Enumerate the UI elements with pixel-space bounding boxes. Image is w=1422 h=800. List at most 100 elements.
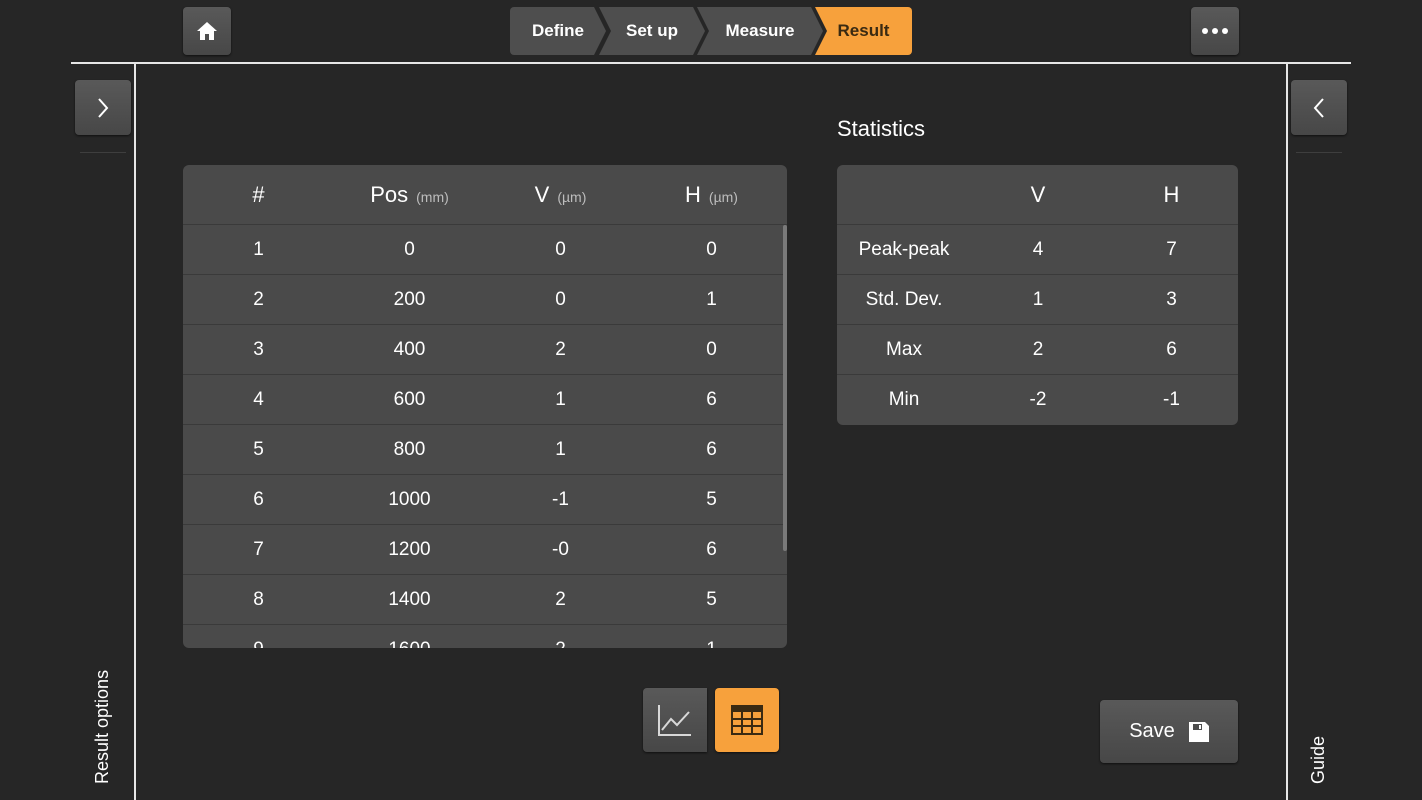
cell-index: 3 [253, 338, 264, 360]
cell-h: 1 [706, 288, 717, 310]
right-panel-divider [1286, 63, 1288, 800]
result-options-label[interactable]: Result options [92, 670, 113, 784]
cell-v: 0 [555, 288, 566, 310]
save-label: Save [1129, 720, 1175, 742]
statistics-cell-h: 6 [1166, 338, 1177, 360]
cell-v: 1 [555, 438, 566, 460]
cell-pos: 600 [393, 388, 426, 410]
cell-pos: 800 [393, 438, 426, 460]
cell-v: 2 [555, 588, 566, 610]
cell-index: 8 [253, 588, 264, 610]
table-icon [731, 705, 763, 735]
cell-index: 5 [253, 438, 264, 460]
statistics-header-v: V [1030, 181, 1046, 207]
statistics-row: Max 2 6 [837, 324, 1238, 374]
cell-pos: 1200 [388, 538, 431, 560]
cell-h: 5 [706, 488, 717, 510]
cell-h: 6 [706, 388, 717, 410]
statistics-title: Statistics [837, 116, 926, 141]
cell-h: 6 [706, 538, 717, 560]
step-measure[interactable]: Measure [697, 7, 823, 55]
step-define[interactable]: Define [510, 7, 606, 55]
column-header-index: # [252, 181, 265, 207]
more-options-button[interactable] [1191, 7, 1239, 55]
statistics-cell-label: Peak-peak [858, 238, 950, 260]
statistics-cell-v: 4 [1032, 238, 1044, 260]
table-row[interactable]: 5 800 1 6 [183, 424, 787, 474]
step-set-up[interactable]: Set up [599, 7, 705, 55]
chevron-left-icon [1313, 97, 1324, 118]
table-row[interactable]: 1 0 0 0 [183, 224, 787, 274]
table-row[interactable]: 6 1000 -1 5 [183, 474, 787, 524]
cell-v: 2 [485, 639, 636, 649]
results-table[interactable]: # Pos (mm) V (µm) H (µm) 1 0 0 0 2 200 0 1 3 400 2 0 4 6… [183, 165, 787, 648]
cell-index: 4 [253, 388, 264, 410]
table-view-button[interactable] [715, 688, 779, 752]
statistics-cell-label: Std. Dev. [865, 288, 943, 310]
floppy-disk-icon [1188, 721, 1209, 742]
cell-h: 5 [706, 588, 717, 610]
statistics-cell-h: 7 [1166, 238, 1177, 260]
save-button[interactable]: Save [1100, 700, 1238, 763]
cell-pos: 1400 [388, 588, 431, 610]
cell-h: 1 [636, 639, 787, 649]
column-header-pos: Pos (mm) [370, 181, 449, 207]
cell-v: 2 [555, 338, 566, 360]
table-row[interactable]: 4 600 1 6 [183, 374, 787, 424]
statistics-cell-v: 2 [1032, 338, 1044, 360]
cell-v: 0 [555, 238, 566, 260]
statistics-cell-v: 1 [1032, 288, 1044, 310]
statistics-cell-h: 3 [1166, 288, 1177, 310]
cell-v: -0 [552, 538, 569, 560]
home-icon [197, 22, 217, 40]
chart-view-button[interactable] [643, 688, 707, 752]
statistics-row: Peak-peak 4 7 [837, 224, 1238, 274]
cell-v: -1 [552, 488, 569, 510]
cell-pos: 200 [393, 288, 426, 310]
table-body: 1 0 0 0 2 200 0 1 3 400 2 0 4 600 1 6 5 800 1 6 6 1000 -1 5 7 120… [183, 224, 787, 648]
left-panel-separator [80, 152, 126, 153]
cell-index: 1 [253, 238, 264, 260]
cell-pos: 1600 [334, 639, 485, 649]
table-header: # Pos (mm) V (µm) H (µm) [183, 165, 787, 224]
cell-index: 7 [253, 538, 264, 560]
cell-h: 0 [706, 238, 717, 260]
table-row[interactable]: 3 400 2 0 [183, 324, 787, 374]
right-panel-separator [1296, 152, 1342, 153]
step-navigation: Define Set up Measure Result [510, 7, 912, 55]
statistics-cell-label: Min [888, 388, 920, 410]
cell-pos: 400 [393, 338, 426, 360]
statistics-header: V H [837, 165, 1238, 224]
step-result[interactable]: Result [815, 7, 912, 55]
statistics-row: Min -2 -1 [837, 374, 1238, 424]
cell-h: 0 [706, 338, 717, 360]
cell-pos: 0 [404, 238, 415, 260]
table-scrollbar[interactable] [783, 225, 787, 551]
statistics-header-h: H [1163, 181, 1180, 207]
table-row[interactable]: 7 1200 -0 6 [183, 524, 787, 574]
table-row[interactable]: 8 1400 2 5 [183, 574, 787, 624]
expand-result-options-button[interactable] [75, 80, 131, 135]
home-button[interactable] [183, 7, 231, 55]
table-row[interactable]: 2 200 0 1 [183, 274, 787, 324]
table-row[interactable]: 9160021 [183, 624, 787, 648]
cell-pos: 1000 [388, 488, 431, 510]
header-divider [71, 62, 1351, 64]
statistics-row: Std. Dev. 1 3 [837, 274, 1238, 324]
cell-index: 9 [183, 639, 334, 649]
cell-index: 2 [253, 288, 264, 310]
guide-label[interactable]: Guide [1308, 736, 1329, 784]
line-chart-icon [658, 705, 691, 736]
statistics-body: Peak-peak 4 7 Std. Dev. 1 3 Max 2 6 Min -2 -1 [837, 224, 1238, 424]
cell-index: 6 [253, 488, 264, 510]
column-header-v: V (µm) [534, 181, 587, 207]
statistics-cell-label: Max [886, 338, 922, 360]
chevron-right-icon [98, 97, 109, 118]
more-icon [1202, 28, 1228, 34]
expand-guide-button[interactable] [1291, 80, 1347, 135]
left-panel-divider [134, 63, 136, 800]
column-header-h: H (µm) [685, 181, 738, 207]
statistics-cell-v: -2 [1029, 388, 1047, 410]
statistics-cell-h: -1 [1163, 388, 1180, 410]
cell-v: 1 [555, 388, 566, 410]
